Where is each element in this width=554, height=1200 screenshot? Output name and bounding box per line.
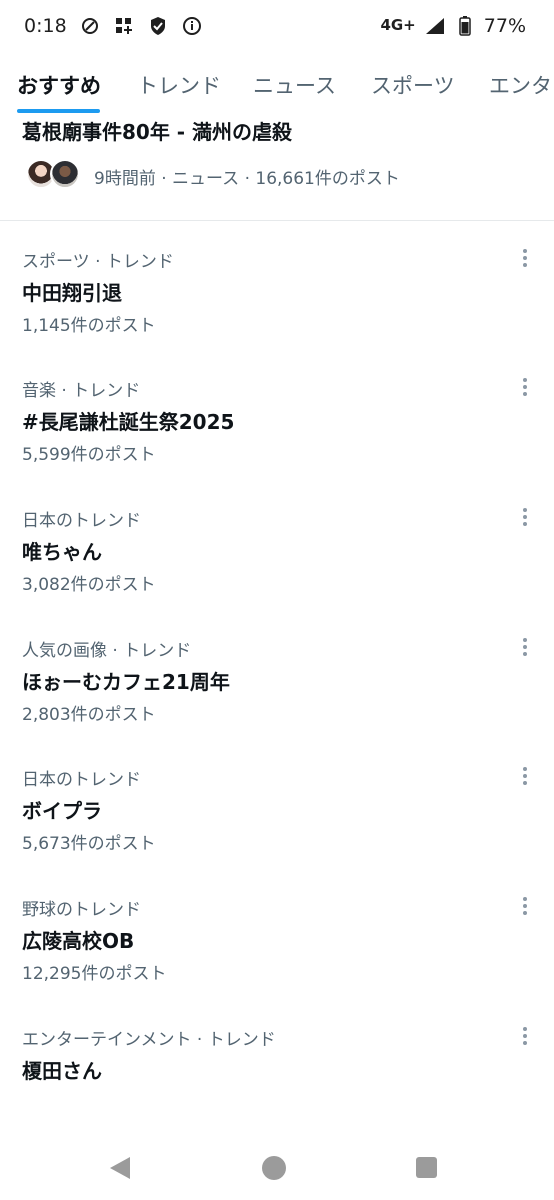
battery-icon [454,15,476,37]
news-card[interactable]: 葛根廟事件80年 - 満州の虐殺 9時間前 · ニュース · 16,661件のポ… [0,110,554,221]
home-icon[interactable] [262,1156,286,1180]
trend-post-count: 5,599件のポスト [22,445,156,465]
trend-name: ボイプラ [22,799,102,823]
trend-category: 日本のトレンド [22,770,141,790]
news-meta: 9時間前 · ニュース · 16,661件のポスト [94,169,400,189]
news-title: 葛根廟事件80年 - 満州の虐殺 [22,120,293,144]
trend-category: スポーツ · トレンド [22,252,174,272]
more-options-icon[interactable] [514,891,536,921]
recents-icon[interactable] [416,1157,437,1178]
trend-name: 榎田さん [22,1059,102,1083]
more-options-icon[interactable] [514,372,536,402]
trend-name: 広陵高校OB [22,929,135,953]
trend-post-count: 1,145件のポスト [22,316,156,336]
trend-post-count: 12,295件のポスト [22,964,167,984]
trend-category: 野球のトレンド [22,900,141,920]
avatar-stack [26,159,82,191]
trend-item[interactable]: 日本のトレンド ボイプラ 5,673件のポスト [0,765,554,895]
trend-item[interactable]: 野球のトレンド 広陵高校OB 12,295件のポスト [0,895,554,1025]
tab-trending[interactable]: トレンド [137,70,221,100]
trend-name: 唯ちゃん [22,540,102,564]
trend-post-count: 5,673件のポスト [22,834,156,854]
network-label: 4G+ [380,16,416,34]
more-options-icon[interactable] [514,502,536,532]
status-right: 4G+ 77% [380,15,526,37]
trend-name: ほぉーむカフェ21周年 [22,670,230,694]
tab-sports[interactable]: スポーツ [371,70,455,100]
data-saver-icon [79,15,101,37]
screen: 0:18 4G+ 77% おすすめ トレンド ニュース スポーツ エンタ 葛根廟… [0,0,554,1200]
trend-item[interactable]: 人気の画像 · トレンド ほぉーむカフェ21周年 2,803件のポスト [0,636,554,766]
shield-icon [147,15,169,37]
tab-entertainment[interactable]: エンタ [489,70,552,100]
status-bar: 0:18 4G+ 77% [0,0,554,52]
status-time: 0:18 [24,15,67,37]
more-options-icon[interactable] [514,761,536,791]
back-icon[interactable] [110,1157,130,1179]
trend-category: 音楽 · トレンド [22,381,141,401]
more-options-icon[interactable] [514,243,536,273]
app-grid-icon [113,15,135,37]
trend-item[interactable]: 音楽 · トレンド #長尾謙杜誕生祭2025 5,599件のポスト [0,376,554,506]
signal-icon [424,15,446,37]
trend-category: 人気の画像 · トレンド [22,641,192,661]
trend-category: エンターテインメント · トレンド [22,1030,276,1050]
battery-percent: 77% [483,15,526,37]
tab-news[interactable]: ニュース [253,70,336,100]
status-left: 0:18 [24,15,203,37]
trend-item[interactable]: 日本のトレンド 唯ちゃん 3,082件のポスト [0,506,554,636]
tab-recommended[interactable]: おすすめ [17,70,101,100]
trend-category: 日本のトレンド [22,511,141,531]
trend-item[interactable]: スポーツ · トレンド 中田翔引退 1,145件のポスト [0,247,554,377]
more-options-icon[interactable] [514,1021,536,1051]
explore-tabs: おすすめ トレンド ニュース スポーツ エンタ [0,58,554,114]
avatar [50,159,80,189]
trend-name: #長尾謙杜誕生祭2025 [22,410,235,434]
system-nav-bar [0,1135,554,1200]
more-options-icon[interactable] [514,632,536,662]
info-icon [181,15,203,37]
trend-post-count: 3,082件のポスト [22,575,156,595]
trend-name: 中田翔引退 [22,281,122,305]
trend-post-count: 2,803件のポスト [22,705,156,725]
